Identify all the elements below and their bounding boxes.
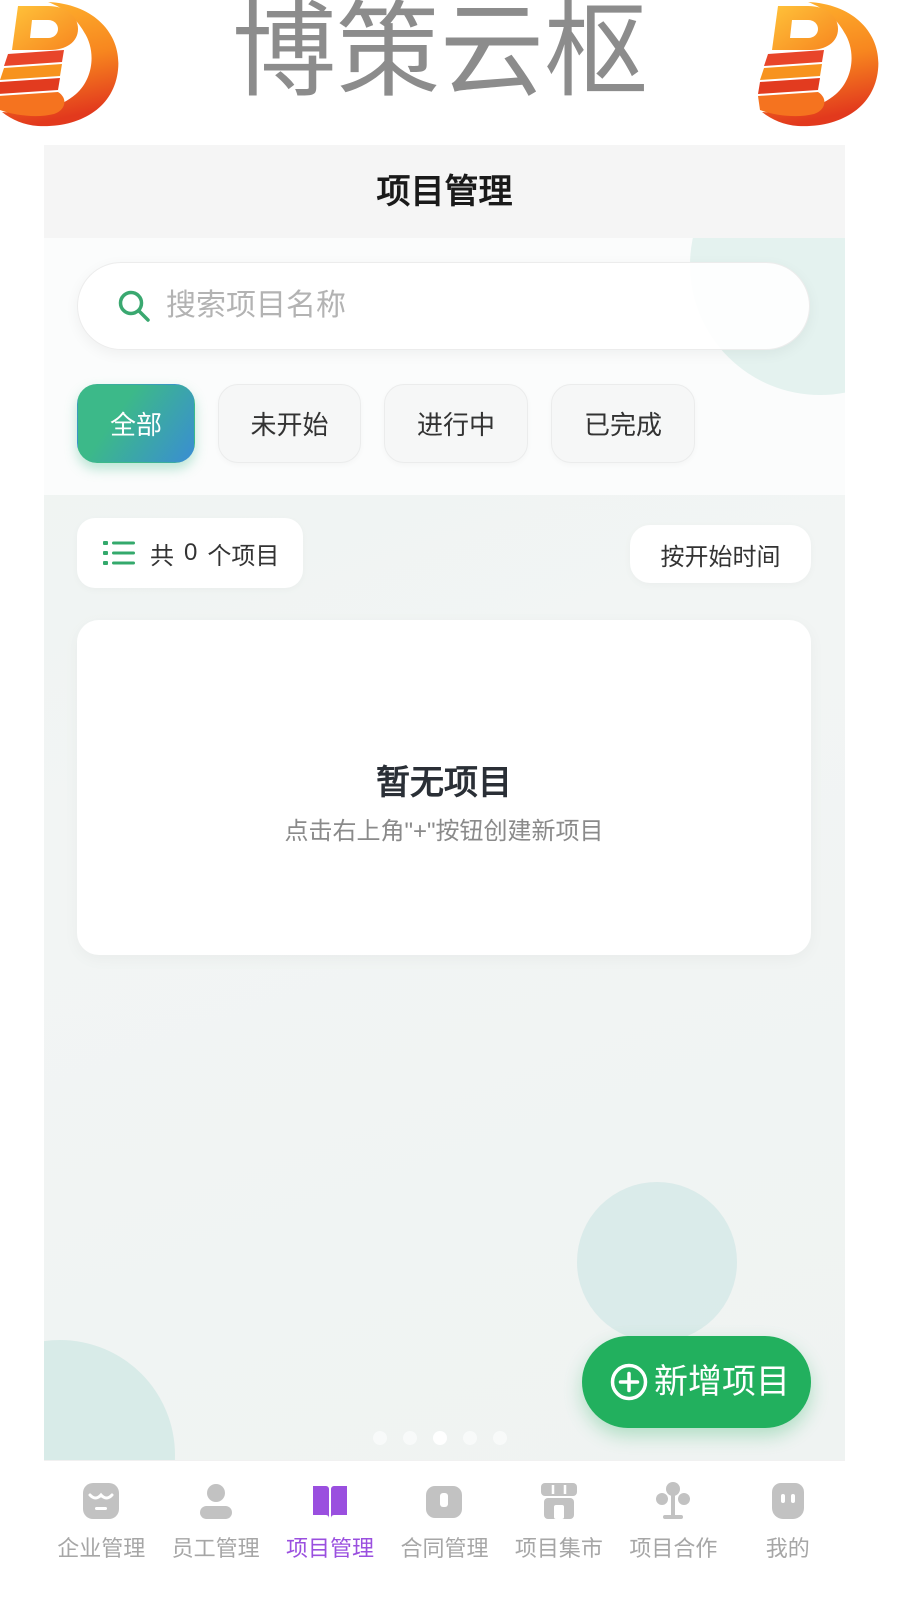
project-count-chip: 共 0 个项目 (77, 518, 303, 588)
filter-in-progress[interactable]: 进行中 (384, 384, 528, 463)
tab-project-market[interactable]: 项目集市 (502, 1461, 616, 1600)
page-indicator-dot (493, 1431, 507, 1445)
project-count: 0 (184, 539, 198, 566)
app-screen: 项目管理 全部 未开始 进行中 已完成 (44, 145, 845, 1460)
tab-project-cooperation[interactable]: 项目合作 (616, 1461, 730, 1600)
search-bar[interactable] (77, 262, 810, 350)
count-suffix: 个项目 (207, 542, 280, 570)
page-indicator (373, 1431, 507, 1445)
brand-banner: 博策云枢 (0, 0, 900, 140)
status-filter-tabs: 全部 未开始 进行中 已完成 (77, 384, 695, 463)
filter-completed[interactable]: 已完成 (551, 384, 695, 463)
bottom-tab-bar: 企业管理 员工管理 项目管理 合同管理 项目集市 项目合作 我的 (44, 1460, 845, 1600)
decorative-circle (44, 1340, 175, 1460)
store-icon (79, 1479, 123, 1523)
app-header: 项目管理 (44, 145, 845, 238)
page-indicator-dot (433, 1431, 447, 1445)
tab-enterprise-management[interactable]: 企业管理 (44, 1461, 158, 1600)
sort-by-start-time-button[interactable]: 按开始时间 (630, 525, 811, 583)
tab-label: 合同管理 (400, 1536, 489, 1561)
empty-state-card: 暂无项目 点击右上角"+"按钮创建新项目 (77, 620, 811, 955)
add-project-label: 新增项目 (654, 1363, 790, 1401)
search-filter-panel: 全部 未开始 进行中 已完成 (44, 238, 845, 495)
profile-icon (766, 1479, 810, 1523)
b-logo-icon (758, 2, 879, 127)
page-indicator-dot (463, 1431, 477, 1445)
book-icon (308, 1479, 352, 1523)
tab-label: 我的 (765, 1536, 810, 1561)
decorative-circle (577, 1182, 737, 1342)
tab-employee-management[interactable]: 员工管理 (158, 1461, 272, 1600)
tab-label: 员工管理 (171, 1536, 260, 1561)
page-title: 项目管理 (376, 172, 513, 211)
page-indicator-dot (403, 1431, 417, 1445)
search-input[interactable] (166, 263, 786, 349)
tab-label: 项目管理 (286, 1536, 375, 1561)
add-project-button[interactable]: 新增项目 (582, 1336, 811, 1428)
cooperation-icon (651, 1479, 695, 1523)
tab-mine[interactable]: 我的 (731, 1461, 845, 1600)
count-prefix: 共 (150, 542, 174, 570)
empty-state-hint: 点击右上角"+"按钮创建新项目 (284, 818, 604, 845)
contract-icon (422, 1479, 466, 1523)
search-icon (116, 288, 152, 324)
market-icon (537, 1479, 581, 1523)
tab-label: 企业管理 (57, 1536, 146, 1561)
plus-circle-icon (609, 1362, 649, 1402)
brand-title: 博策云枢 (231, 0, 648, 110)
tab-label: 项目合作 (629, 1536, 718, 1561)
empty-state-title: 暂无项目 (376, 764, 512, 802)
user-icon (194, 1479, 238, 1523)
page-indicator-dot (373, 1431, 387, 1445)
filter-all[interactable]: 全部 (77, 384, 195, 463)
tab-project-management[interactable]: 项目管理 (273, 1461, 387, 1600)
tab-contract-management[interactable]: 合同管理 (387, 1461, 501, 1600)
b-logo-icon (0, 2, 119, 127)
tab-label: 项目集市 (514, 1536, 603, 1561)
filter-not-started[interactable]: 未开始 (218, 384, 361, 463)
list-icon (103, 540, 135, 566)
